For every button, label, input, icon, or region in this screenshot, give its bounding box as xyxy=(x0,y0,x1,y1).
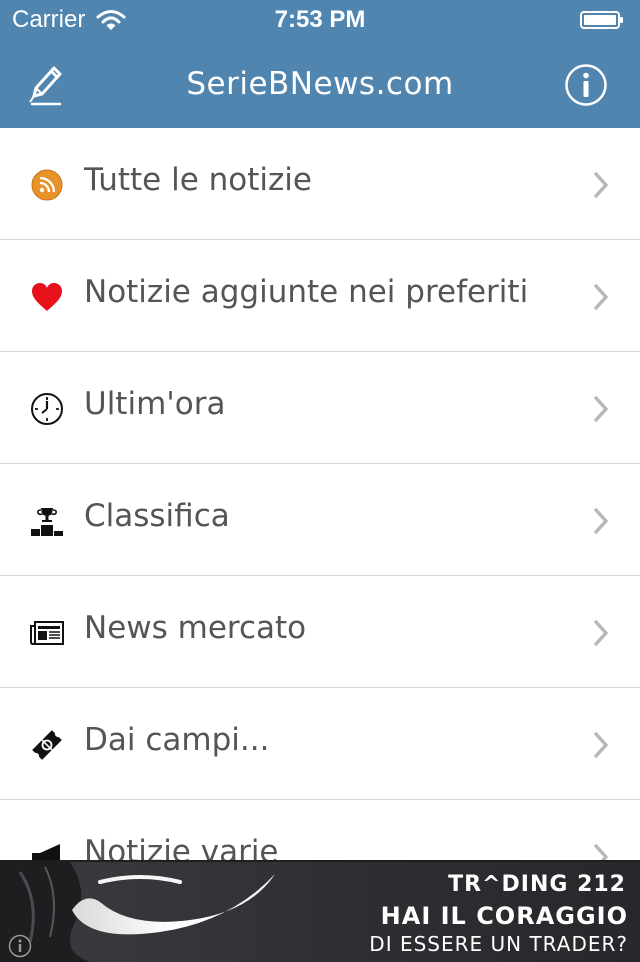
status-bar: Carrier 7:53 PM xyxy=(0,0,640,40)
chevron-right-icon xyxy=(594,396,608,422)
menu-item-label: Tutte le notizie xyxy=(84,162,312,198)
menu-item-tutte-le-notizie[interactable]: Tutte le notizie xyxy=(0,128,640,240)
navigation-bar: SerieBNews.com xyxy=(0,40,640,128)
menu-item-label: Ultim'ora xyxy=(84,386,226,422)
menu-item-label: Notizie aggiunte nei preferiti xyxy=(84,274,529,310)
clock-icon xyxy=(31,393,63,425)
ticket-icon xyxy=(32,730,62,760)
ad-headline: HAI IL CORAGGIO xyxy=(380,902,628,930)
menu-item-classifica[interactable]: Classifica xyxy=(0,464,640,576)
chevron-right-icon xyxy=(594,732,608,758)
chevron-right-icon xyxy=(594,620,608,646)
podium-icon xyxy=(31,508,63,536)
menu-item-label: Classifica xyxy=(84,498,230,534)
app-title: SerieBNews.com xyxy=(186,66,454,102)
ad-banner[interactable]: TR^DING 212 HAI IL CORAGGIO DI ESSERE UN… xyxy=(0,860,640,962)
chevron-right-icon xyxy=(594,172,608,198)
ad-brand: TR^DING 212 xyxy=(448,872,626,897)
chevron-right-icon xyxy=(594,284,608,310)
heart-icon xyxy=(32,283,62,311)
top-bar: Carrier 7:53 PM SerieBNews.com xyxy=(0,0,640,128)
menu-item-preferiti[interactable]: Notizie aggiunte nei preferiti xyxy=(0,240,640,352)
newspaper-icon xyxy=(30,621,64,645)
status-time: 7:53 PM xyxy=(274,6,366,33)
battery-icon xyxy=(580,11,623,29)
rss-icon xyxy=(31,169,63,201)
chevron-right-icon xyxy=(594,508,608,534)
menu-item-news-mercato[interactable]: News mercato xyxy=(0,576,640,688)
ad-info-icon[interactable] xyxy=(8,934,32,958)
menu-list: Tutte le notizie Notizie aggiunte nei pr… xyxy=(0,128,640,912)
menu-item-label: News mercato xyxy=(84,610,307,646)
info-icon[interactable] xyxy=(564,63,608,107)
menu-item-label: Dai campi... xyxy=(84,722,270,758)
menu-item-dai-campi[interactable]: Dai campi... xyxy=(0,688,640,800)
menu-item-ultimora[interactable]: Ultim'ora xyxy=(0,352,640,464)
ad-subline: DI ESSERE UN TRADER? xyxy=(369,932,628,956)
